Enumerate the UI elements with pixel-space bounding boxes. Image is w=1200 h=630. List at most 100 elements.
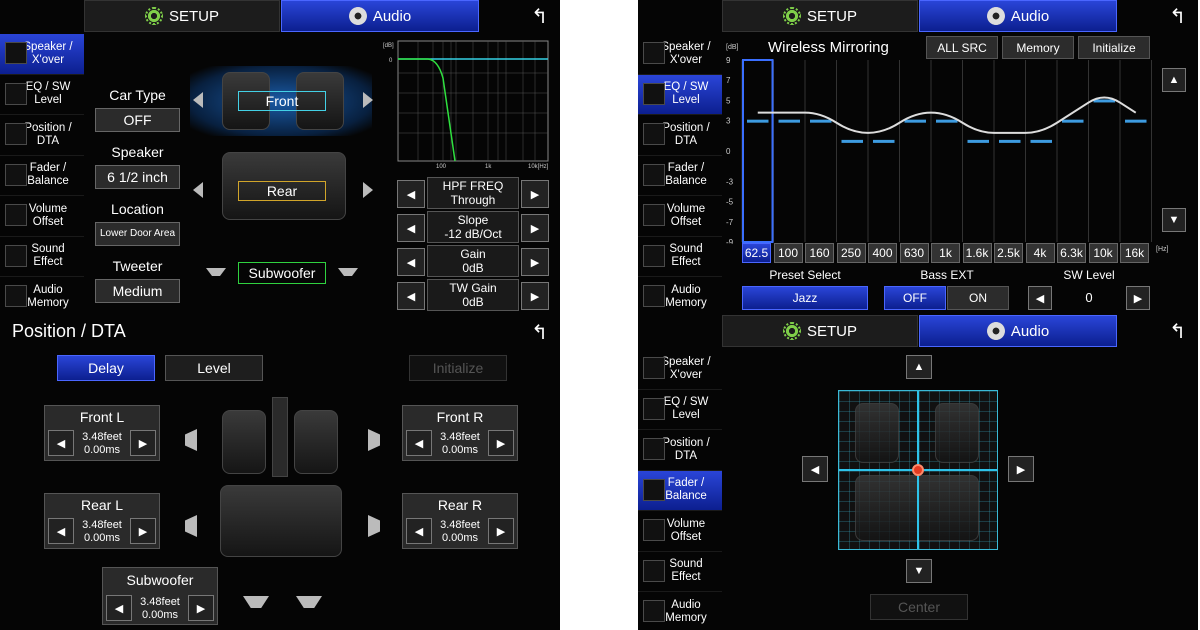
eq-band-level[interactable]: [999, 139, 1021, 143]
subwoofer-decrease-button[interactable]: ◀: [106, 595, 132, 621]
tab-setup[interactable]: SETUP: [84, 0, 280, 32]
eq-band-button[interactable]: 100: [773, 243, 803, 263]
bass-ext-on-button[interactable]: ON: [947, 286, 1009, 310]
eq-band-button[interactable]: 1k: [931, 243, 960, 263]
eq-band-button[interactable]: 630: [899, 243, 929, 263]
sidebar-item-speaker-xover[interactable]: Speaker / X'over: [0, 34, 84, 75]
tab-audio[interactable]: Audio: [281, 0, 479, 32]
rear-speaker-button[interactable]: Rear: [238, 181, 326, 201]
eq-band-level[interactable]: [1125, 119, 1147, 123]
subwoofer-button[interactable]: Subwoofer: [238, 262, 326, 284]
gain-increase-button[interactable]: ▶: [521, 248, 549, 276]
center-button[interactable]: Center: [870, 594, 968, 620]
sidebar-item-volume-offset[interactable]: Volume Offset: [638, 511, 722, 552]
eq-band-level[interactable]: [810, 119, 832, 123]
sidebar-item-eq-sw[interactable]: EQ / SW Level: [638, 390, 722, 430]
tab-setup[interactable]: SETUP: [722, 315, 918, 347]
subwoofer-increase-button[interactable]: ▶: [188, 595, 214, 621]
car-type-value[interactable]: OFF: [95, 108, 180, 132]
sidebar-item-speaker-xover[interactable]: Speaker / X'over: [638, 349, 722, 390]
back-icon[interactable]: ↰: [531, 320, 548, 345]
bass-ext-off-button[interactable]: OFF: [884, 286, 946, 310]
gain-decrease-button[interactable]: ◀: [397, 248, 425, 276]
sw-level-increase-button[interactable]: ▶: [1126, 286, 1150, 310]
fader-up-button[interactable]: ▲: [906, 355, 932, 379]
sidebar-item-audio-memory[interactable]: Audio Memory: [0, 277, 84, 315]
sidebar-item-eq-sw[interactable]: EQ / SW Level: [638, 74, 722, 115]
tab-setup[interactable]: SETUP: [722, 0, 918, 32]
fader-balance-grid[interactable]: [838, 390, 998, 550]
fader-down-button[interactable]: ▼: [906, 559, 932, 583]
slope-increase-button[interactable]: ▶: [521, 214, 549, 242]
front-r-decrease-button[interactable]: ◀: [406, 430, 432, 456]
tw-gain-decrease-button[interactable]: ◀: [397, 282, 425, 310]
sidebar-item-position[interactable]: Position / DTA: [638, 430, 722, 471]
back-icon[interactable]: ↰: [1169, 4, 1186, 29]
tw-gain-increase-button[interactable]: ▶: [521, 282, 549, 310]
sidebar-item-audio-memory[interactable]: Audio Memory: [638, 277, 722, 315]
sidebar-item-sound-effect[interactable]: Sound Effect: [0, 237, 84, 277]
eq-band-level[interactable]: [1093, 99, 1116, 103]
front-speaker-button[interactable]: Front: [238, 91, 326, 111]
eq-band-button[interactable]: 16k: [1120, 243, 1149, 263]
scroll-down-button[interactable]: ▼: [1162, 208, 1186, 232]
hpf-freq-increase-button[interactable]: ▶: [521, 180, 549, 208]
level-button[interactable]: Level: [165, 355, 263, 381]
tweeter-value[interactable]: Medium: [95, 279, 180, 303]
eq-band-level[interactable]: [904, 119, 927, 123]
sidebar-item-position[interactable]: Position / DTA: [638, 115, 722, 156]
eq-band-button[interactable]: 1.6k: [962, 243, 992, 263]
eq-band-button[interactable]: 2.5k: [994, 243, 1023, 263]
eq-band-level[interactable]: [747, 119, 769, 123]
speaker-size-value[interactable]: 6 1/2 inch: [95, 165, 180, 189]
eq-band-button[interactable]: 4k: [1025, 243, 1055, 263]
rear-r-decrease-button[interactable]: ◀: [406, 518, 432, 544]
preset-select-button[interactable]: Jazz: [742, 286, 868, 310]
location-value[interactable]: Lower Door Area: [95, 222, 180, 246]
eq-band-button[interactable]: 250: [836, 243, 866, 263]
eq-band-level[interactable]: [841, 139, 864, 143]
sidebar-item-speaker-xover[interactable]: Speaker / X'over: [638, 34, 722, 75]
sidebar-item-fader[interactable]: Fader / Balance: [0, 156, 84, 196]
sidebar-item-volume-offset[interactable]: Volume Offset: [0, 196, 84, 237]
sidebar-item-volume-offset[interactable]: Volume Offset: [638, 196, 722, 237]
back-icon[interactable]: ↰: [531, 4, 548, 29]
sidebar-item-audio-memory[interactable]: Audio Memory: [638, 592, 722, 630]
scroll-up-button[interactable]: ▲: [1162, 68, 1186, 92]
eq-band-level[interactable]: [1062, 119, 1084, 123]
tab-audio[interactable]: Audio: [919, 315, 1117, 347]
eq-band-level[interactable]: [778, 119, 801, 123]
gain-display: Gain 0dB: [427, 245, 519, 277]
sidebar-item-fader[interactable]: Fader / Balance: [638, 470, 722, 511]
eq-band-button[interactable]: 400: [868, 243, 897, 263]
rear-r-increase-button[interactable]: ▶: [488, 518, 514, 544]
back-icon[interactable]: ↰: [1169, 319, 1186, 344]
rear-l-decrease-button[interactable]: ◀: [48, 518, 74, 544]
front-l-decrease-button[interactable]: ◀: [48, 430, 74, 456]
slope-decrease-button[interactable]: ◀: [397, 214, 425, 242]
hpf-freq-decrease-button[interactable]: ◀: [397, 180, 425, 208]
sidebar-item-sound-effect[interactable]: Sound Effect: [638, 552, 722, 592]
sidebar-item-fader[interactable]: Fader / Balance: [638, 156, 722, 196]
delay-button[interactable]: Delay: [57, 355, 155, 381]
balance-right-button[interactable]: ▶: [1008, 456, 1034, 482]
eq-band-button[interactable]: 6.3k: [1057, 243, 1086, 263]
eq-band-button[interactable]: 62.5: [742, 243, 771, 263]
eq-band-level[interactable]: [936, 119, 958, 123]
position-marker[interactable]: [912, 464, 924, 476]
initialize-button[interactable]: Initialize: [409, 355, 507, 381]
front-l-increase-button[interactable]: ▶: [130, 430, 156, 456]
sw-level-decrease-button[interactable]: ◀: [1028, 286, 1052, 310]
front-r-increase-button[interactable]: ▶: [488, 430, 514, 456]
eq-band-button[interactable]: 10k: [1088, 243, 1118, 263]
rear-l-increase-button[interactable]: ▶: [130, 518, 156, 544]
sidebar-item-position[interactable]: Position / DTA: [0, 115, 84, 156]
balance-left-button[interactable]: ◀: [802, 456, 828, 482]
sidebar-item-sound-effect[interactable]: Sound Effect: [638, 237, 722, 277]
eq-band-level[interactable]: [967, 139, 990, 143]
eq-band-level[interactable]: [1030, 139, 1053, 143]
eq-band-button[interactable]: 160: [805, 243, 834, 263]
tab-audio[interactable]: Audio: [919, 0, 1117, 32]
sidebar-item-eq-sw[interactable]: EQ / SW Level: [0, 75, 84, 115]
eq-band-level[interactable]: [873, 139, 895, 143]
